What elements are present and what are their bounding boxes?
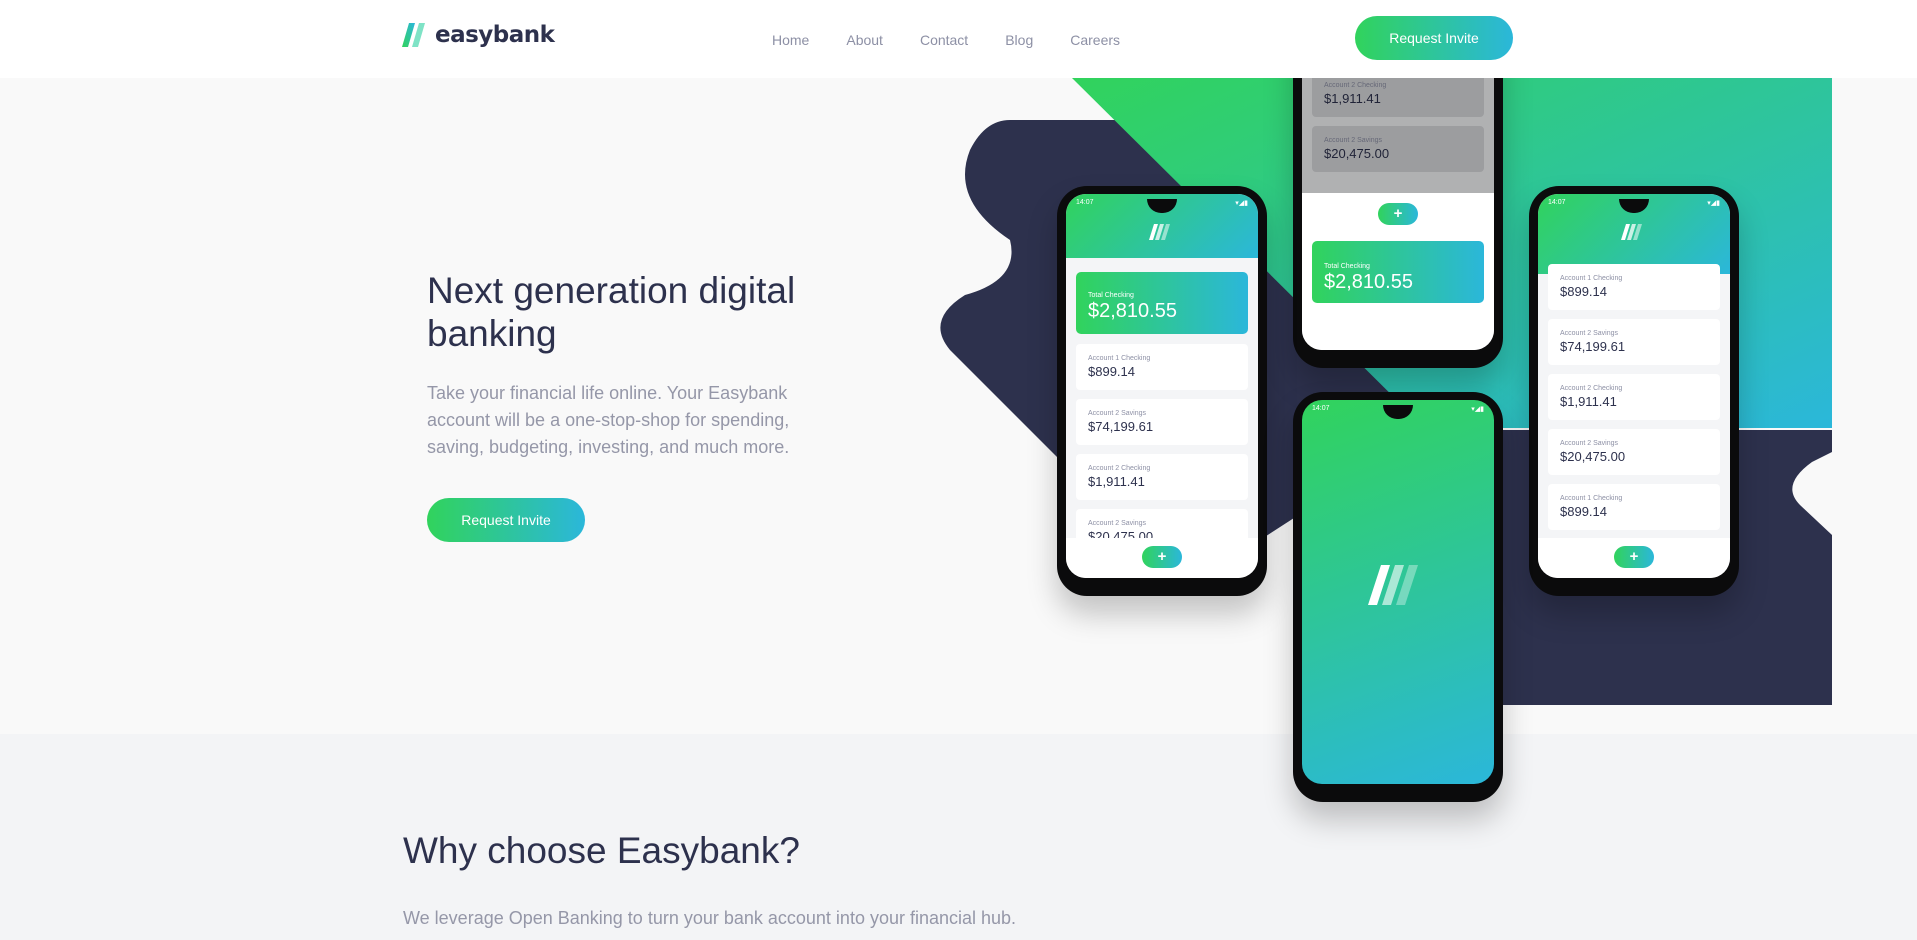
total-balance-card: Total Checking $2,810.55 <box>1312 241 1484 303</box>
signal-wifi-battery-icon: ▾◢▮ <box>1471 406 1484 413</box>
header-request-invite-button[interactable]: Request Invite <box>1355 16 1513 60</box>
hero-request-invite-button[interactable]: Request Invite <box>427 498 585 542</box>
splash-screen: 14:07 ▾◢▮ <box>1302 400 1494 784</box>
why-section: Why choose Easybank? We leverage Open Ba… <box>0 734 1917 940</box>
account-card: Account 2 Savings $74,199.61 <box>1548 319 1720 365</box>
splash-logo-icon <box>1368 565 1418 605</box>
logo-slash-icon <box>402 23 425 47</box>
account-card: Account 1 Checking $899.14 <box>1076 344 1248 390</box>
account-card: Account 1 Checking $899.14 <box>1548 484 1720 530</box>
modal-sheet: + Total Checking $2,810.55 <box>1302 193 1494 350</box>
account-card: Account 2 Checking $1,911.41 <box>1076 454 1248 500</box>
app-bottom-bar: + <box>1538 538 1730 578</box>
hero-description: Take your financial life online. Your Ea… <box>427 383 790 457</box>
signal-wifi-battery-icon: ▾◢▮ <box>1707 200 1720 207</box>
signal-wifi-battery-icon: ▾◢▮ <box>1235 200 1248 207</box>
nav-link-about[interactable]: About <box>846 30 883 50</box>
app-logo-icon <box>1621 224 1642 240</box>
phone-left: 14:07 ▾◢▮ Total Checking $2,810.55 Accou… <box>1057 186 1267 596</box>
plus-icon[interactable]: + <box>1142 546 1182 568</box>
main-nav: Home About Contact Blog Careers <box>772 30 1157 50</box>
phone-splash: 14:07 ▾◢▮ <box>1293 392 1503 802</box>
account-card: Account 2 Savings $74,199.61 <box>1076 399 1248 445</box>
total-balance-card: Total Checking $2,810.55 <box>1076 272 1248 334</box>
hero-title: Next generation digital banking <box>427 270 796 354</box>
phone-right: 14:07 ▾◢▮ Account 1 Checking $899.14 Acc… <box>1529 186 1739 596</box>
account-card: Account 2 Checking $1,911.41 <box>1548 374 1720 420</box>
why-title: Why choose Easybank? <box>403 830 800 871</box>
nav-link-home[interactable]: Home <box>772 30 809 50</box>
brand-name: easybank <box>435 22 555 48</box>
nav-link-contact[interactable]: Contact <box>920 30 968 50</box>
brand-logo[interactable]: easybank <box>402 22 555 48</box>
nav-link-blog[interactable]: Blog <box>1005 30 1033 50</box>
app-logo-icon <box>1149 224 1170 240</box>
why-description: We leverage Open Banking to turn your ba… <box>403 908 1017 928</box>
plus-icon[interactable]: + <box>1614 546 1654 568</box>
account-card: Account 2 Savings $20,475.00 <box>1548 429 1720 475</box>
account-card: Account 1 Checking $899.14 <box>1548 264 1720 310</box>
site-header: easybank Home About Contact Blog Careers… <box>0 0 1917 78</box>
app-bottom-bar: + <box>1066 538 1258 578</box>
plus-icon[interactable]: + <box>1378 203 1418 225</box>
nav-link-careers[interactable]: Careers <box>1070 30 1120 50</box>
